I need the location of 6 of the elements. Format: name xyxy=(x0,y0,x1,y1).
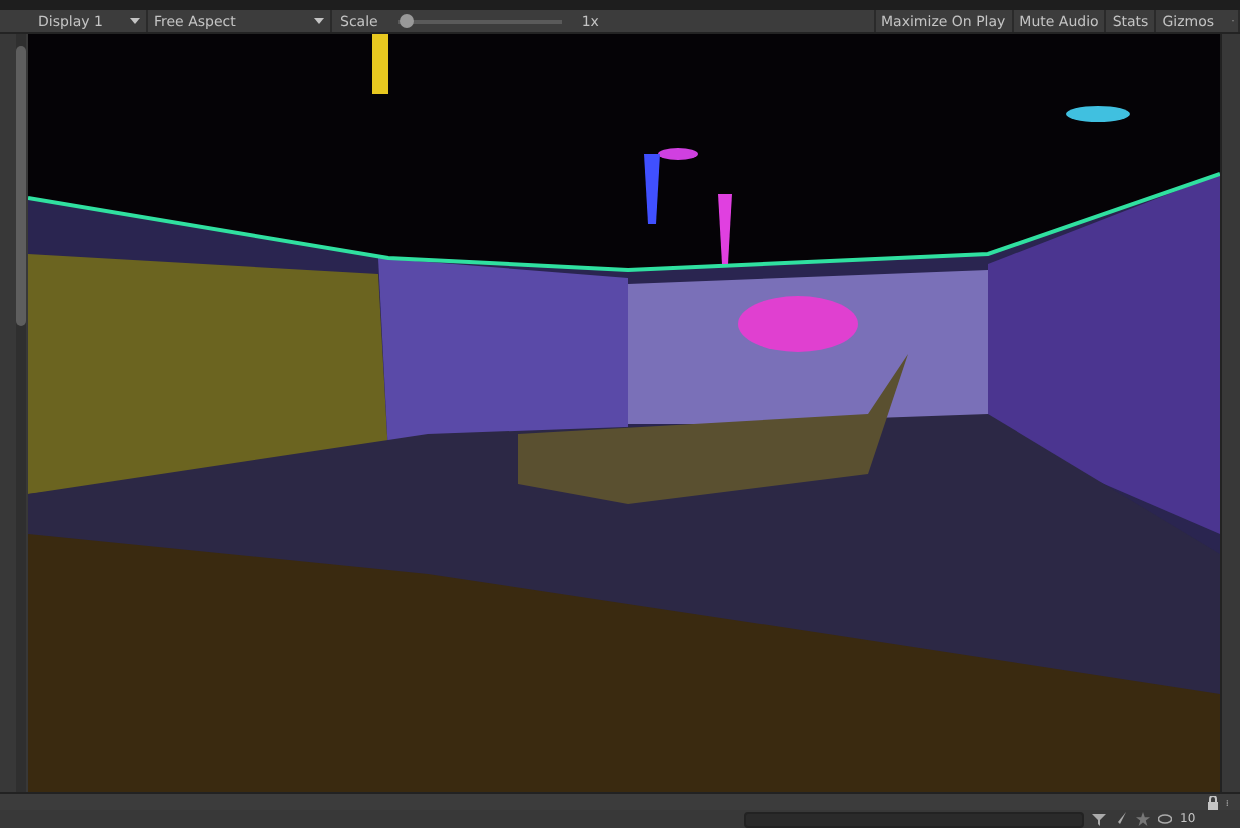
slider-thumb[interactable] xyxy=(400,14,415,28)
scale-slider[interactable] xyxy=(397,14,562,28)
star-icon[interactable] xyxy=(1136,812,1150,826)
search-field[interactable] xyxy=(744,811,1084,827)
eye-icon[interactable] xyxy=(1158,812,1172,826)
lock-icon[interactable] xyxy=(1206,795,1220,809)
